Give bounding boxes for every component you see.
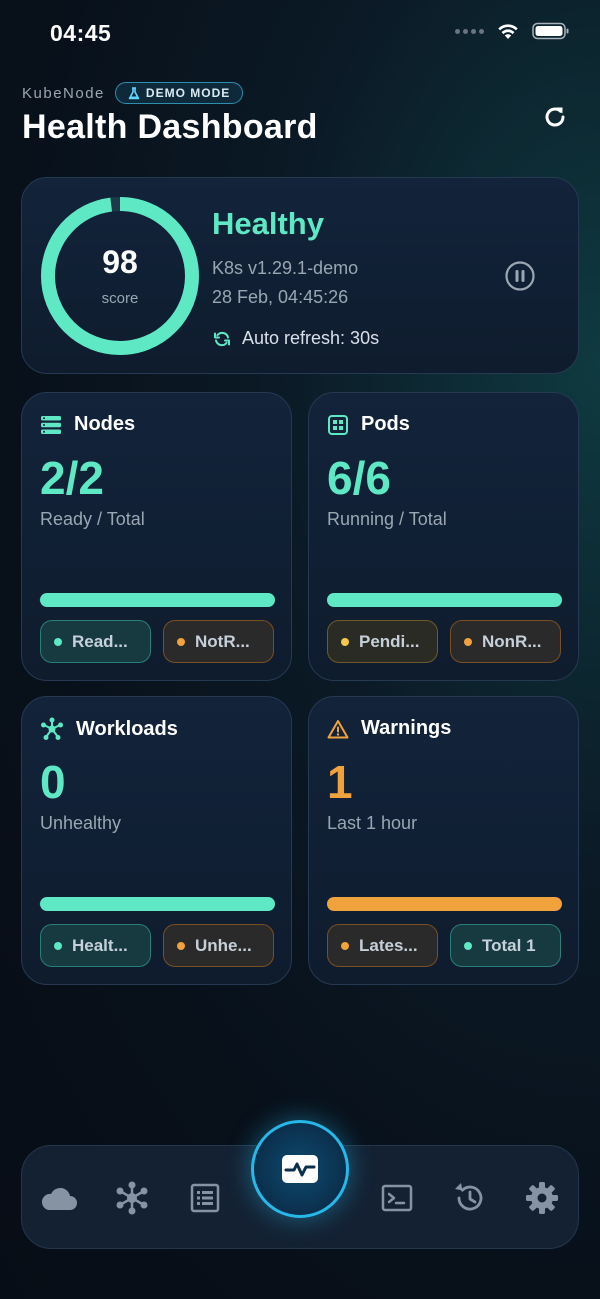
nav-cluster[interactable]	[112, 1178, 152, 1218]
pod-icon	[328, 414, 348, 435]
chip-label: NotR...	[195, 631, 250, 651]
pods-card-title: Pods	[361, 413, 410, 435]
warnings-latest-chip[interactable]: Lates...	[327, 924, 438, 967]
signal-dots-icon	[455, 28, 484, 34]
health-score: 98	[102, 244, 138, 280]
demo-mode-label: DEMO MODE	[145, 86, 231, 100]
settings-icon	[526, 1182, 558, 1214]
workloads-chips: Healt... Unhe...	[40, 924, 274, 967]
nodes-ready-chip[interactable]: Read...	[40, 620, 151, 663]
health-summary-card: 98 score Healthy K8s v1.29.1-demo 28 Feb…	[21, 177, 579, 374]
pods-card[interactable]: Pods 6/6 Running / Total Pendi... NonR..…	[308, 392, 579, 681]
nav-settings[interactable]	[522, 1178, 562, 1218]
pause-icon	[505, 261, 535, 291]
nodes-card-header: Nodes	[40, 413, 135, 436]
nav-health-button[interactable]	[251, 1120, 349, 1218]
workloads-card-title: Workloads	[76, 717, 178, 740]
cluster-icon	[116, 1181, 148, 1215]
warnings-card-title: Warnings	[361, 717, 452, 739]
pods-progress-bar	[327, 593, 562, 607]
brand-name: KubeNode	[22, 84, 105, 102]
chip-label: NonR...	[482, 631, 542, 651]
nav-list[interactable]	[185, 1178, 225, 1218]
auto-refresh-status: Auto refresh: 30s	[212, 328, 379, 349]
history-icon	[455, 1183, 483, 1211]
workloads-card-header: Workloads	[40, 717, 178, 741]
pods-card-header: Pods	[327, 413, 410, 436]
nav-terminal[interactable]	[377, 1178, 417, 1218]
pods-subtitle: Running / Total	[327, 509, 447, 529]
warning-triangle-icon	[327, 719, 349, 738]
warnings-progress-bar	[327, 897, 562, 911]
nodes-progress-bar	[40, 593, 275, 607]
status-icons	[455, 22, 570, 40]
workloads-healthy-chip[interactable]: Healt...	[40, 924, 151, 967]
refresh-button[interactable]	[538, 100, 572, 134]
last-updated-timestamp: 28 Feb, 04:45:26	[212, 287, 349, 307]
chip-label: Unhe...	[195, 935, 252, 955]
chip-label: Lates...	[359, 935, 418, 955]
list-icon	[190, 1183, 220, 1213]
chip-label: Pendi...	[359, 631, 420, 651]
status-bar: 04:45	[0, 0, 600, 66]
chip-label: Read...	[72, 631, 128, 651]
nav-cloud[interactable]	[39, 1178, 79, 1218]
nodes-notready-chip[interactable]: NotR...	[163, 620, 274, 663]
k8s-version: K8s v1.29.1-demo	[212, 258, 359, 278]
workloads-value: 0	[40, 756, 66, 808]
pods-chips: Pendi... NonR...	[327, 620, 561, 663]
warnings-card[interactable]: Warnings 1 Last 1 hour Lates... Total 1	[308, 696, 579, 985]
wifi-icon	[498, 24, 518, 39]
battery-icon	[532, 22, 569, 40]
refresh-icon	[545, 107, 565, 127]
workload-network-icon	[41, 717, 63, 740]
workloads-unhealthy-chip[interactable]: Unhe...	[163, 924, 274, 967]
workloads-progress-bar	[40, 897, 275, 911]
demo-mode-badge: DEMO MODE	[114, 82, 244, 104]
nodes-chips: Read... NotR...	[40, 620, 274, 663]
health-status: Healthy	[212, 206, 324, 241]
chip-label: Total 1	[482, 935, 536, 955]
health-pulse-icon	[282, 1155, 318, 1183]
nav-history[interactable]	[449, 1178, 489, 1218]
page-title: Health Dashboard	[22, 108, 318, 146]
workloads-subtitle: Unhealthy	[40, 813, 122, 833]
warnings-chips: Lates... Total 1	[327, 924, 561, 967]
pause-refresh-button[interactable]	[504, 260, 536, 292]
status-time: 04:45	[50, 20, 112, 46]
workloads-card[interactable]: Workloads 0 Unhealthy Healt... Unhe...	[21, 696, 292, 985]
health-score-label: score	[101, 290, 139, 307]
sync-icon	[214, 331, 230, 346]
server-icon	[41, 415, 61, 434]
warnings-total-chip[interactable]: Total 1	[450, 924, 561, 967]
cloud-icon	[41, 1187, 77, 1210]
warnings-value: 1	[327, 756, 353, 808]
nodes-card[interactable]: Nodes 2/2 Ready / Total Read... NotR...	[21, 392, 292, 681]
nodes-subtitle: Ready / Total	[40, 509, 145, 529]
auto-refresh-label: Auto refresh: 30s	[242, 328, 380, 348]
brand-row: KubeNode DEMO MODE	[22, 82, 578, 104]
warnings-subtitle: Last 1 hour	[327, 813, 418, 833]
nodes-value: 2/2	[40, 452, 104, 504]
terminal-icon	[381, 1184, 413, 1212]
header: KubeNode DEMO MODE Health Dashboard	[22, 82, 578, 147]
warnings-card-header: Warnings	[327, 717, 451, 740]
nodes-card-title: Nodes	[74, 413, 136, 435]
pods-pending-chip[interactable]: Pendi...	[327, 620, 438, 663]
pods-nonrunning-chip[interactable]: NonR...	[450, 620, 561, 663]
flask-icon	[128, 86, 140, 99]
pods-value: 6/6	[327, 452, 391, 504]
chip-label: Healt...	[72, 935, 128, 955]
